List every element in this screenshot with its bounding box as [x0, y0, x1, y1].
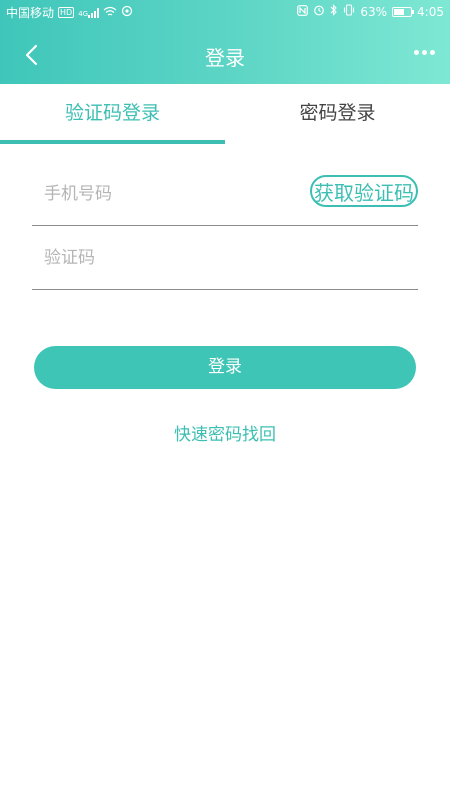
more-dot [430, 50, 435, 55]
login-button[interactable]: 登录 [34, 346, 416, 389]
more-dot [422, 50, 427, 55]
phone-input[interactable] [42, 177, 286, 211]
status-bar: 中国移动 HD 4G 63% 4:05 [0, 0, 450, 25]
battery-icon [392, 6, 415, 17]
more-dot [414, 50, 419, 55]
wifi-icon [103, 6, 117, 20]
code-input[interactable] [42, 241, 286, 275]
login-tabs: 验证码登录 密码登录 [0, 84, 450, 144]
tab-password-login[interactable]: 密码登录 [225, 84, 450, 144]
tab-sms-login[interactable]: 验证码登录 [0, 84, 225, 144]
carrier-name: 中国移动 [6, 6, 55, 20]
active-tab-indicator [0, 140, 225, 144]
recover-password-link[interactable]: 快速密码找回 [0, 420, 450, 445]
phone-field: 获取验证码 [32, 163, 418, 226]
page-title: 登录 [205, 46, 245, 70]
status-right: 63% 4:05 [297, 4, 444, 19]
get-code-button[interactable]: 获取验证码 [310, 175, 418, 207]
more-button[interactable] [414, 50, 436, 60]
alarm-icon [313, 4, 325, 19]
clock: 4:05 [417, 4, 444, 19]
nfc-icon [297, 4, 309, 19]
vibrate-icon [343, 4, 355, 19]
status-left: 中国移动 HD 4G [6, 4, 133, 21]
network-type: 4G [78, 9, 89, 18]
hd-badge: HD [58, 7, 75, 18]
app-header: 中国移动 HD 4G 63% 4:05 登录 [0, 0, 450, 84]
battery-percent: 63% [360, 4, 388, 19]
sync-icon [121, 5, 133, 20]
nav-bar: 登录 [0, 30, 450, 82]
code-field [32, 227, 418, 290]
signal-bars-icon: 4G [78, 7, 100, 18]
bluetooth-icon [330, 4, 338, 19]
